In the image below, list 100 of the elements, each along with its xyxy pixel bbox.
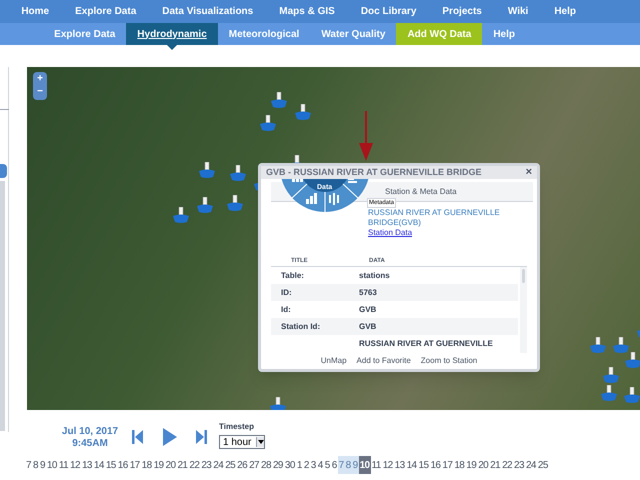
caret-icon bbox=[258, 440, 264, 444]
timeline-day[interactable]: 24 bbox=[212, 456, 224, 474]
timeline-day[interactable]: 25 bbox=[224, 456, 236, 474]
timeline-day[interactable]: 14 bbox=[92, 456, 105, 474]
time-label: 9:45AM bbox=[71, 438, 109, 450]
nav-link[interactable]: Home bbox=[21, 4, 50, 19]
timeline-day[interactable]: 11 bbox=[370, 456, 382, 474]
scroll-thumb[interactable] bbox=[522, 269, 525, 283]
timeline-day[interactable]: 24 bbox=[524, 456, 537, 474]
timeline-day[interactable]: 4 bbox=[316, 456, 324, 474]
timestep-select[interactable]: 1 hour bbox=[219, 435, 265, 449]
timeline-day[interactable]: 22 bbox=[188, 456, 200, 474]
skip-forward-icon[interactable] bbox=[195, 430, 207, 444]
timeline-day[interactable]: 14 bbox=[406, 456, 418, 474]
timeline-day[interactable]: 12 bbox=[382, 456, 394, 474]
station-marker-icon[interactable] bbox=[270, 397, 286, 410]
table-cell: stations bbox=[359, 270, 390, 282]
timeline-day[interactable]: 20 bbox=[164, 456, 176, 474]
timeline-day[interactable]: 19 bbox=[465, 456, 478, 474]
timeline-day[interactable]: 15 bbox=[104, 456, 117, 474]
station-marker-icon[interactable] bbox=[613, 337, 629, 353]
table-cell: GVB bbox=[359, 304, 376, 316]
timeline-day[interactable]: 7 bbox=[25, 456, 32, 474]
timestep-label: Timestep bbox=[219, 421, 255, 433]
station-marker-icon[interactable] bbox=[271, 92, 287, 108]
timeline-day[interactable]: 13 bbox=[394, 456, 406, 474]
table-cell: RUSSIAN RIVER AT GUERNEVILLE bbox=[359, 338, 493, 350]
station-marker-icon[interactable] bbox=[601, 385, 617, 401]
station-marker-icon[interactable] bbox=[230, 165, 246, 181]
popup-action-link[interactable]: Add to Favorite bbox=[356, 355, 411, 367]
timeline-day[interactable]: 26 bbox=[236, 456, 248, 474]
nav-link[interactable]: Wiki bbox=[508, 4, 528, 19]
scroll-handle[interactable] bbox=[0, 164, 7, 178]
timeline-day[interactable]: 8 bbox=[32, 456, 39, 474]
popup-title: GVB - RUSSIAN RIVER AT GUERNEVILLE BRIDGE bbox=[266, 166, 482, 179]
timeline-day[interactable]: 2 bbox=[302, 456, 310, 474]
close-button[interactable]: × bbox=[526, 164, 532, 181]
timeline-day[interactable]: 15 bbox=[418, 456, 430, 474]
popup-action-link[interactable]: UnMap bbox=[320, 355, 347, 367]
timeline-day[interactable]: 21 bbox=[489, 456, 502, 474]
timeline-day[interactable]: 9 bbox=[38, 456, 46, 474]
nav-link[interactable]: Doc Library bbox=[360, 4, 416, 19]
skip-back-icon[interactable] bbox=[132, 430, 144, 444]
timeline-day[interactable]: 1 bbox=[296, 456, 303, 474]
timeline-day[interactable]: 29 bbox=[272, 456, 284, 474]
table-cell-text: ID: bbox=[281, 286, 293, 298]
station-marker-icon[interactable] bbox=[603, 367, 619, 383]
timeline-day[interactable]: 12 bbox=[69, 456, 81, 474]
timeline-day[interactable]: 11 bbox=[58, 456, 70, 474]
station-marker-icon[interactable] bbox=[173, 207, 189, 223]
table-cell-text: Id: bbox=[281, 304, 292, 316]
timeline-day[interactable]: 30 bbox=[284, 456, 296, 474]
popup-action-link[interactable]: Zoom to Station bbox=[420, 355, 478, 367]
timeline-day[interactable]: 18 bbox=[140, 456, 153, 474]
play-icon[interactable] bbox=[163, 428, 177, 446]
timeline-day[interactable]: 17 bbox=[441, 456, 454, 474]
timeline-day[interactable]: 21 bbox=[176, 456, 188, 474]
timeline-day[interactable]: 6 bbox=[330, 456, 338, 474]
station-marker-icon[interactable] bbox=[260, 115, 276, 131]
station-data-link[interactable]: Station Data bbox=[368, 228, 412, 237]
timeline-day[interactable]: 13 bbox=[80, 456, 93, 474]
table-cell: 5763 bbox=[359, 286, 377, 298]
nav-link[interactable]: Help bbox=[554, 4, 576, 19]
nav-link[interactable]: Projects bbox=[442, 4, 482, 19]
timeline-day[interactable]: 23 bbox=[200, 456, 212, 474]
timeline-day[interactable]: 28 bbox=[260, 456, 272, 474]
zoom-out-button[interactable]: − bbox=[37, 85, 43, 98]
nav-link[interactable]: Explore Data bbox=[75, 4, 136, 19]
date-label: Jul 10, 2017 bbox=[60, 426, 120, 438]
tab-pointer-icon bbox=[167, 45, 178, 50]
timeline-day[interactable]: 27 bbox=[248, 456, 260, 474]
table-cell-text: Station Id: bbox=[281, 320, 322, 332]
timeline-day[interactable]: 22 bbox=[501, 456, 513, 474]
station-marker-icon[interactable] bbox=[227, 195, 243, 211]
timeline-day[interactable]: 19 bbox=[152, 456, 165, 474]
timeline-day[interactable]: 5 bbox=[324, 456, 331, 474]
timeline-day[interactable]: 16 bbox=[116, 456, 129, 474]
pointer-arrow-icon bbox=[359, 111, 373, 161]
section-title: Station & Meta Data bbox=[385, 186, 457, 198]
station-name: RUSSIAN RIVER AT GUERNEVILLE BRIDGE(GVB) bbox=[368, 208, 501, 228]
timeline-day[interactable]: 20 bbox=[477, 456, 490, 474]
timeline-day[interactable]: 3 bbox=[310, 456, 317, 474]
station-marker-icon[interactable] bbox=[590, 337, 606, 353]
station-marker-icon[interactable] bbox=[625, 352, 640, 368]
station-marker-icon[interactable] bbox=[295, 104, 311, 120]
timeline-day[interactable]: 23 bbox=[513, 456, 525, 474]
nav-link[interactable]: Maps & GIS bbox=[279, 4, 335, 19]
timeline-day[interactable]: 25 bbox=[536, 456, 549, 474]
timeline-day[interactable]: 10 bbox=[358, 456, 370, 474]
station-marker-icon[interactable] bbox=[624, 387, 640, 403]
station-marker-icon[interactable] bbox=[199, 162, 215, 178]
nav-link[interactable]: Data Visualizations bbox=[162, 4, 254, 19]
timeline-day[interactable]: 18 bbox=[453, 456, 466, 474]
timeline-day[interactable]: 16 bbox=[429, 456, 442, 474]
zoom-in-button[interactable]: + bbox=[37, 72, 43, 85]
table-cell-text: Table: bbox=[281, 270, 305, 282]
station-marker-icon[interactable] bbox=[197, 197, 213, 213]
timeline-day[interactable]: 10 bbox=[46, 456, 58, 474]
timeline-day[interactable]: 17 bbox=[128, 456, 141, 474]
table-cell: GVB bbox=[359, 320, 376, 332]
